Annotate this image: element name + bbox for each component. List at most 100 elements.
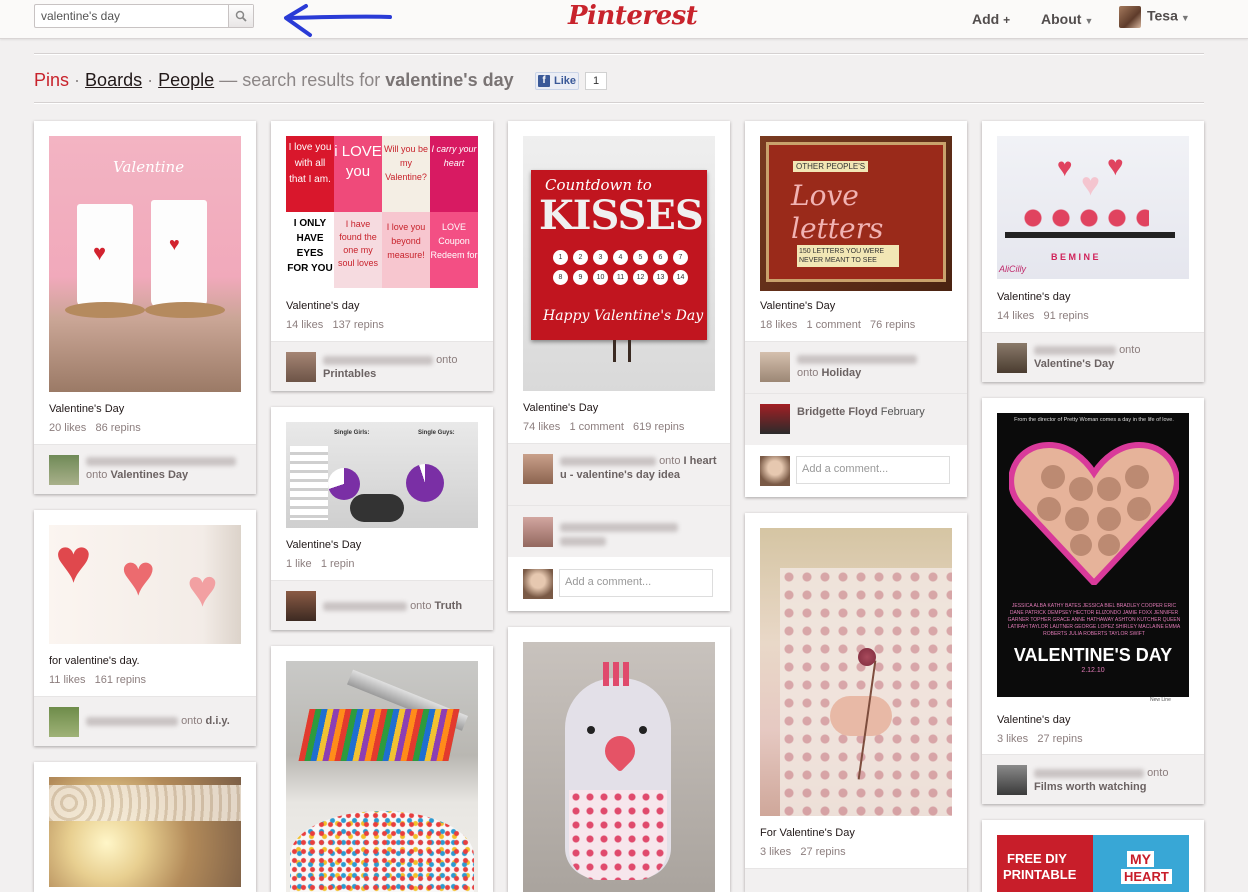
comment-list: Bridgette Floyd February	[745, 393, 967, 446]
nav-about-label: About	[1041, 11, 1082, 27]
attribution-onto: onto	[410, 600, 432, 612]
attribution-text: onto Valentine's Day	[1034, 343, 1140, 371]
search-results-heading: Pins · Boards · People — search results …	[34, 70, 514, 91]
pin-image[interactable]: Single Girls: Single Guys:	[286, 422, 478, 528]
commenter-name[interactable]: Bridgette Floyd	[797, 406, 878, 418]
pinner-avatar[interactable]	[286, 352, 316, 382]
tab-boards[interactable]: Boards	[85, 70, 142, 90]
comment-row: Add a comment...	[508, 557, 730, 611]
wood-coaster	[145, 302, 225, 318]
board-link[interactable]: Films worth watching	[1034, 781, 1146, 793]
paper-heart-icon: ♥	[187, 560, 218, 618]
pin-card[interactable]: Single Girls: Single Guys: Valentine's D…	[271, 407, 493, 630]
pin-description: for valentine's day.	[49, 655, 140, 667]
board-link[interactable]: Printables	[323, 368, 376, 380]
nav-add[interactable]: Add +	[972, 11, 1010, 27]
board-link[interactable]: Holiday	[821, 367, 861, 379]
pin-image[interactable]: Valentine ♥ ♥	[49, 136, 241, 392]
pin-image[interactable]: OTHER PEOPLE'S Love letters 150 LETTERS …	[760, 136, 952, 291]
pin-card[interactable]: ♥ ♥ ♥ B E M I N E AliCilly Valentine's d…	[982, 121, 1204, 382]
tab-pins[interactable]: Pins	[34, 70, 69, 90]
pin-card[interactable]: Valentine ♥ ♥ Valentine's Day 20 likes 8…	[34, 121, 256, 494]
pin-image[interactable]: ♥ ♥ ♥ B E M I N E AliCilly	[997, 136, 1189, 279]
search-button[interactable]	[228, 5, 253, 27]
pin-image[interactable]	[286, 661, 478, 892]
repinner-avatar[interactable]	[523, 517, 553, 547]
pin-description: Valentine's day	[997, 291, 1071, 303]
pin-description: Valentine's Day	[760, 300, 836, 312]
pinner-avatar[interactable]	[523, 454, 553, 484]
pin-image[interactable]: Countdown to KISSES 1 2 3 4 5 6 7 8 9 10 11 12 13 14 …	[523, 136, 715, 391]
pin-image[interactable]: ♥ ♥ ♥	[49, 525, 241, 644]
pin-stats: 20 likes 86 repins	[49, 422, 141, 434]
commenter-avatar[interactable]	[760, 404, 790, 434]
comment-body: February	[880, 406, 925, 418]
board-link[interactable]: Valentines Day	[110, 469, 188, 481]
pinner-avatar[interactable]	[760, 352, 790, 382]
pin-image[interactable]	[523, 642, 715, 892]
pin-attribution: onto Valentines Day	[34, 444, 256, 494]
pin-stats: 3 likes 27 repins	[997, 733, 1083, 745]
chevron-down-icon: ▼	[1084, 16, 1094, 26]
pin-card[interactable]	[34, 762, 256, 892]
pinterest-logo[interactable]: Pinterest	[568, 1, 698, 31]
countdown-sign: Countdown to KISSES 1 2 3 4 5 6 7 8 9 10 11 12 13 14 …	[531, 170, 707, 340]
crayons-image	[298, 709, 460, 761]
facebook-like-button[interactable]: f Like	[535, 72, 579, 90]
pinner-avatar[interactable]	[49, 707, 79, 737]
board-link[interactable]: Valentine's Day	[1034, 358, 1114, 370]
tab-people[interactable]: People	[158, 70, 214, 90]
current-user-avatar	[760, 456, 790, 486]
pinner-avatar[interactable]	[997, 765, 1027, 795]
comment-row: Add a comment...	[745, 445, 967, 497]
sign-title: KISSES	[539, 192, 704, 239]
pinner-avatar[interactable]	[49, 455, 79, 485]
pin-image[interactable]: From the director of Pretty Woman comes …	[997, 413, 1189, 697]
pin-description: Valentine's Day	[49, 403, 125, 415]
board-link[interactable]: d.i.y.	[206, 715, 230, 727]
plush-eye	[639, 726, 647, 734]
hand-shape	[830, 696, 892, 736]
pin-card[interactable]	[271, 646, 493, 892]
comment-input[interactable]: Add a comment...	[796, 456, 950, 484]
book-cover: OTHER PEOPLE'S Love letters 150 LETTERS …	[766, 142, 946, 282]
pin-card[interactable]	[508, 627, 730, 892]
printable-tile: I love you with all that I am.	[286, 136, 334, 212]
book-subtitle: 150 LETTERS YOU WERE NEVER MEANT TO SEE	[797, 245, 899, 267]
countdown-circle: 2	[573, 250, 588, 265]
poster-date: 2.12.10	[1081, 667, 1105, 674]
pin-card[interactable]: I love you with all that I am. i LOVE yo…	[271, 121, 493, 391]
pin-image[interactable]: I love you with all that I am. i LOVE yo…	[286, 136, 478, 288]
poster-title: VALENTINE'S DAY	[1013, 645, 1173, 665]
comment-input[interactable]: Add a comment...	[559, 569, 713, 597]
countdown-number-grid: 1 2 3 4 5 6 7 8 9 10 11 12 13 14	[553, 250, 693, 290]
pin-card[interactable]: From the director of Pretty Woman comes …	[982, 398, 1204, 804]
pin-card[interactable]: ♥ ♥ ♥ for valentine's day. 11 likes 161 …	[34, 510, 256, 746]
pin-card[interactable]: OTHER PEOPLE'S Love letters 150 LETTERS …	[745, 121, 967, 497]
nav-add-label: Add	[972, 11, 1000, 27]
pin-card[interactable]: Countdown to KISSES 1 2 3 4 5 6 7 8 9 10 11 12 13 14 …	[508, 121, 730, 611]
pin-image[interactable]	[49, 777, 241, 887]
pin-card[interactable]: For Valentine's Day 3 likes 27 repins	[745, 513, 967, 892]
countdown-circle: 6	[653, 250, 668, 265]
pin-card[interactable]: FREE DIY PRINTABLE MY HEART	[982, 820, 1204, 892]
nav-user-menu[interactable]: Tesa ▼	[1119, 6, 1190, 28]
infographic-label: Single Guys:	[418, 430, 455, 436]
countdown-circle: 1	[553, 250, 568, 265]
facebook-like-label: Like	[554, 75, 577, 87]
repinner-text	[560, 520, 678, 548]
book-title: Love letters	[791, 179, 884, 245]
attribution-onto: onto	[1147, 767, 1169, 779]
search-input[interactable]	[35, 5, 229, 27]
attribution-text: onto d.i.y.	[86, 714, 230, 728]
separator: ·	[147, 70, 154, 90]
pinner-avatar[interactable]	[286, 591, 316, 621]
pinner-avatar[interactable]	[997, 343, 1027, 373]
board-link[interactable]: Truth	[435, 600, 463, 612]
nav-about[interactable]: About ▼	[1041, 11, 1093, 27]
repinner-row	[508, 505, 730, 558]
pin-image[interactable]: FREE DIY PRINTABLE MY HEART	[997, 835, 1189, 892]
pin-image[interactable]	[760, 528, 952, 816]
crayon-bits-bowl	[290, 811, 474, 892]
search-box	[34, 4, 254, 28]
